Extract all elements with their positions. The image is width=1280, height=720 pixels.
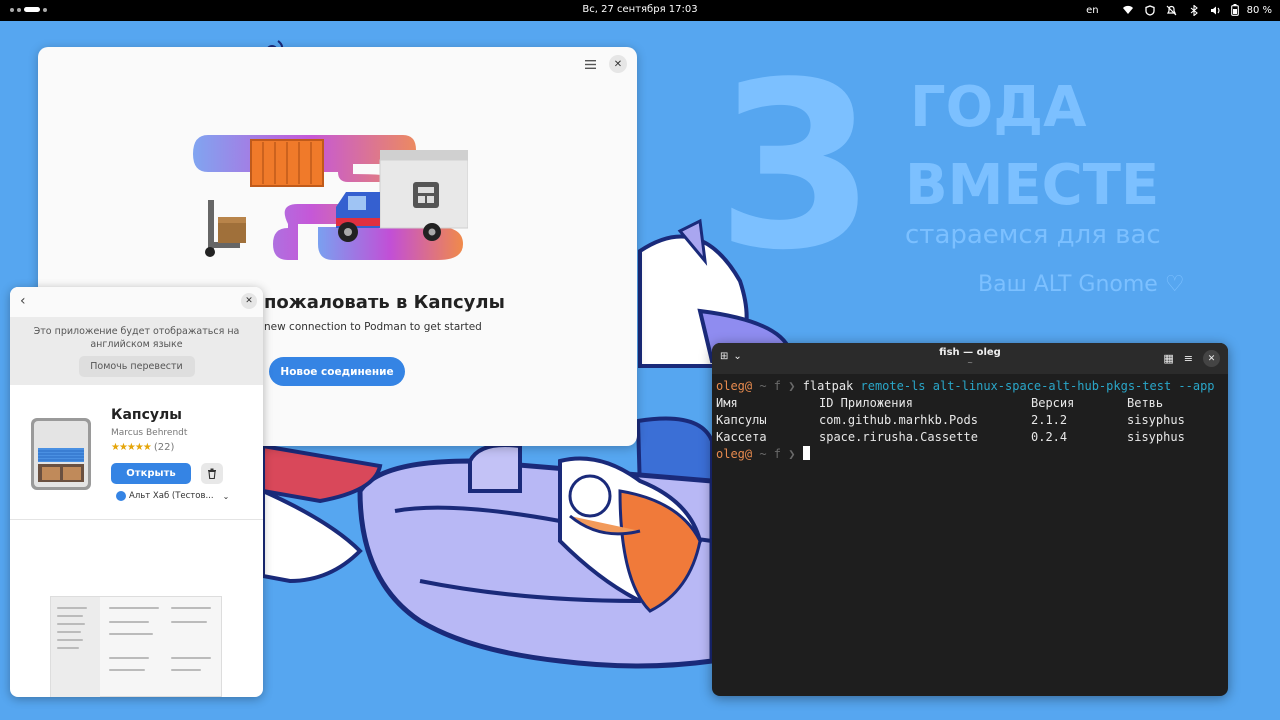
volume-icon (1209, 3, 1223, 17)
prompt-user: oleg@ (716, 379, 753, 393)
terminal-title: fish — oleg (939, 347, 1001, 358)
close-icon[interactable]: ✕ (241, 293, 257, 309)
source-label: Альт Хаб (Тестов... (129, 491, 214, 501)
table-row: Кассета space.rirusha.Cassette 0.2.4 sisyph… (716, 430, 1185, 444)
globe-icon (116, 491, 126, 501)
terminal-output[interactable]: oleg@ ~ f ❯ flatpak remote-ls alt-linux-… (712, 374, 1228, 467)
app-icon (31, 418, 91, 490)
divider (10, 519, 263, 520)
terminal-window: ⊞ ⌄ fish — oleg ~ ▦ ≡ ✕ oleg@ ~ f ❯ flat… (712, 343, 1228, 696)
close-icon[interactable]: ✕ (1203, 350, 1220, 367)
table-row: Капсулы com.github.marhkb.Pods 2.1.2 sisyph… (716, 413, 1185, 427)
command: flatpak (802, 379, 854, 393)
keyboard-layout[interactable]: en (1086, 5, 1099, 16)
terminal-subtitle: ~ (967, 359, 973, 367)
app-developer[interactable]: Marcus Behrendt (111, 428, 187, 438)
wallpaper-line2: ВМЕСТЕ (905, 153, 1159, 218)
source-selector[interactable]: Альт Хаб (Тестов... ⌄ (116, 491, 229, 501)
rating-stars: ★★★★★ (111, 442, 152, 453)
top-bar: Вс, 27 сентября 17:03 en 80 % (0, 0, 1280, 21)
translation-message: Это приложение будет отображаться на анг… (33, 326, 240, 350)
wifi-icon (1121, 3, 1135, 17)
prompt-user: oleg@ (716, 447, 753, 461)
rating-count: (22) (153, 442, 175, 453)
cursor (802, 446, 810, 460)
wallpaper-number: 3 (716, 34, 876, 301)
system-tray[interactable]: en 80 % (1086, 3, 1272, 17)
open-button[interactable]: Открыть (111, 463, 191, 484)
table-header: Имя ID Приложения Версия Ветвь (716, 396, 1164, 410)
vpn-shield-icon (1143, 3, 1157, 17)
app-name: Капсулы (111, 407, 182, 423)
uninstall-button[interactable] (201, 463, 223, 484)
menu-icon[interactable]: ≡ (1184, 352, 1193, 365)
wallpaper-line3: стараемся для вас (905, 220, 1161, 250)
battery-percentage: 80 % (1246, 4, 1272, 16)
menu-icon[interactable] (581, 55, 599, 73)
command-args: remote-ls alt-linux-space-alt-hub-pkgs-t… (853, 379, 1215, 393)
bluetooth-icon (1187, 3, 1201, 17)
welcome-illustration (193, 135, 468, 260)
chevron-down-icon: ⌄ (222, 491, 230, 501)
software-window: ‹ ✕ Это приложение будет отображаться на… (10, 287, 263, 697)
close-icon[interactable]: ✕ (609, 55, 627, 73)
notifications-off-icon (1165, 3, 1179, 17)
trash-icon (208, 468, 216, 479)
wallpaper-line1: ГОДА (910, 75, 1087, 140)
translation-banner: Это приложение будет отображаться на анг… (10, 317, 263, 385)
app-rating[interactable]: ★★★★★ (22) (111, 442, 174, 453)
welcome-title: пожаловать в Капсулы (264, 292, 505, 313)
app-screenshot[interactable] (50, 596, 222, 697)
tab-overview-icon[interactable]: ▦ (1163, 352, 1173, 365)
battery-icon (1230, 3, 1239, 17)
new-connection-button[interactable]: Новое соединение (269, 357, 405, 386)
prompt-host: ~ f ❯ (752, 447, 803, 461)
prompt-host: ~ f ❯ (752, 379, 803, 393)
back-icon[interactable]: ‹ (20, 293, 26, 309)
wallpaper-line4: Ваш ALT Gnome ♡ (978, 272, 1185, 297)
welcome-subtitle: new connection to Podman to get started (264, 321, 482, 333)
help-translate-button[interactable]: Помочь перевести (78, 356, 195, 377)
